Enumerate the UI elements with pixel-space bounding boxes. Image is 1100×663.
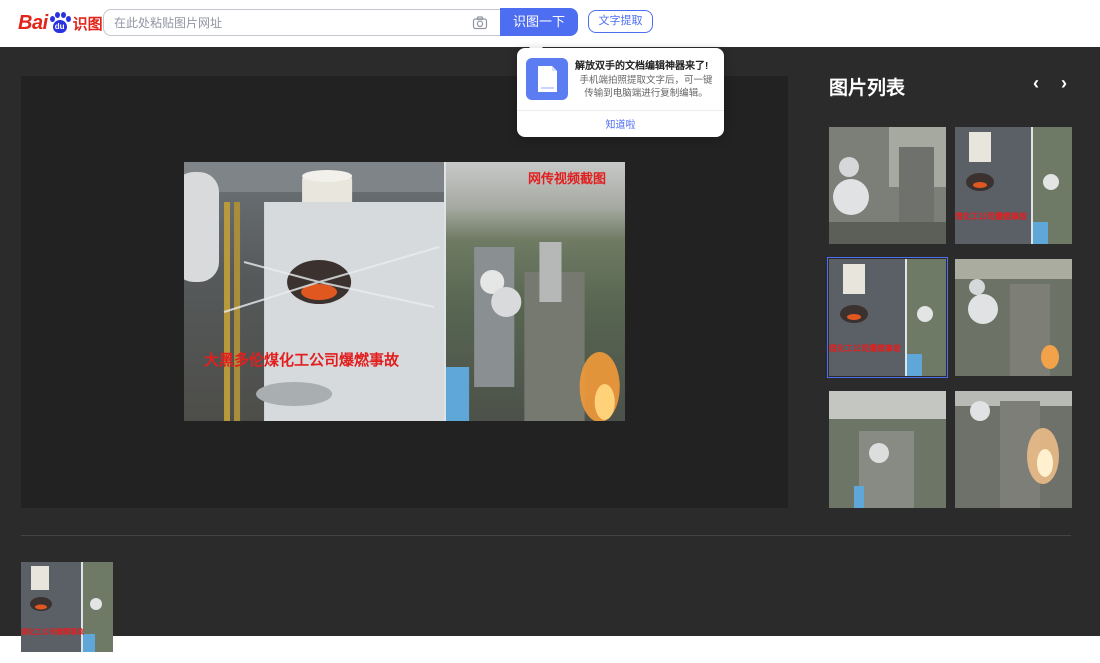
- image-list-title: 图片列表: [829, 78, 906, 99]
- uploaded-image-thumbnail[interactable]: 煤化工公司爆燃事故: [21, 562, 113, 652]
- bottom-thumb-caption: 煤化工公司爆燃事故: [21, 629, 84, 636]
- bottom-strip: [0, 636, 1100, 663]
- logo-subtitle: 识图: [72, 15, 103, 33]
- thumbnail-item[interactable]: [955, 391, 1072, 508]
- logo-text: Bai: [18, 11, 48, 34]
- image-url-input[interactable]: [114, 10, 464, 35]
- feature-tooltip: 解放双手的文档编辑神器来了! 手机端拍照提取文字后，可一键传输到电脑端进行复制编…: [517, 48, 724, 137]
- prev-arrow-icon[interactable]: ‹: [1028, 73, 1044, 93]
- text-extract-button[interactable]: 文字提取: [588, 10, 653, 33]
- thumbnail-item-selected[interactable]: 煤化工公司爆燃事故: [827, 257, 948, 378]
- preview-caption-left: 大黑多伦煤化工公司爆燃事故: [204, 352, 400, 369]
- thumbnail-item[interactable]: [829, 391, 946, 508]
- thumb-caption: 煤化工公司爆燃事故: [955, 212, 1027, 221]
- tooltip-body: 手机端拍照提取文字后，可一键传输到电脑端进行复制编辑。: [579, 75, 713, 99]
- top-header: Bai du 识图 识图一下 文字提取: [0, 0, 1100, 47]
- next-arrow-icon[interactable]: ›: [1056, 73, 1072, 93]
- thumbnail-item[interactable]: [829, 127, 946, 244]
- section-divider: [21, 535, 1071, 536]
- preview-caption-right: 网传视频截图: [528, 171, 607, 186]
- tooltip-title: 解放双手的文档编辑神器来了!: [575, 61, 709, 72]
- thumbnail-item[interactable]: [955, 259, 1072, 376]
- paw-icon: du: [49, 12, 71, 34]
- thumbnail-item[interactable]: 煤化工公司爆燃事故: [955, 127, 1072, 244]
- preview-image: 大黑多伦煤化工公司爆燃事故 网传视频截图: [184, 162, 625, 421]
- search-box: [103, 9, 500, 36]
- camera-icon[interactable]: [472, 15, 488, 31]
- document-icon: [526, 58, 568, 100]
- search-button[interactable]: 识图一下: [500, 8, 578, 36]
- thumb-caption: 煤化工公司爆燃事故: [829, 344, 901, 353]
- baidu-logo[interactable]: Bai du 识图: [18, 9, 103, 37]
- tooltip-divider: [517, 110, 724, 111]
- got-it-link[interactable]: 知道啦: [517, 116, 724, 131]
